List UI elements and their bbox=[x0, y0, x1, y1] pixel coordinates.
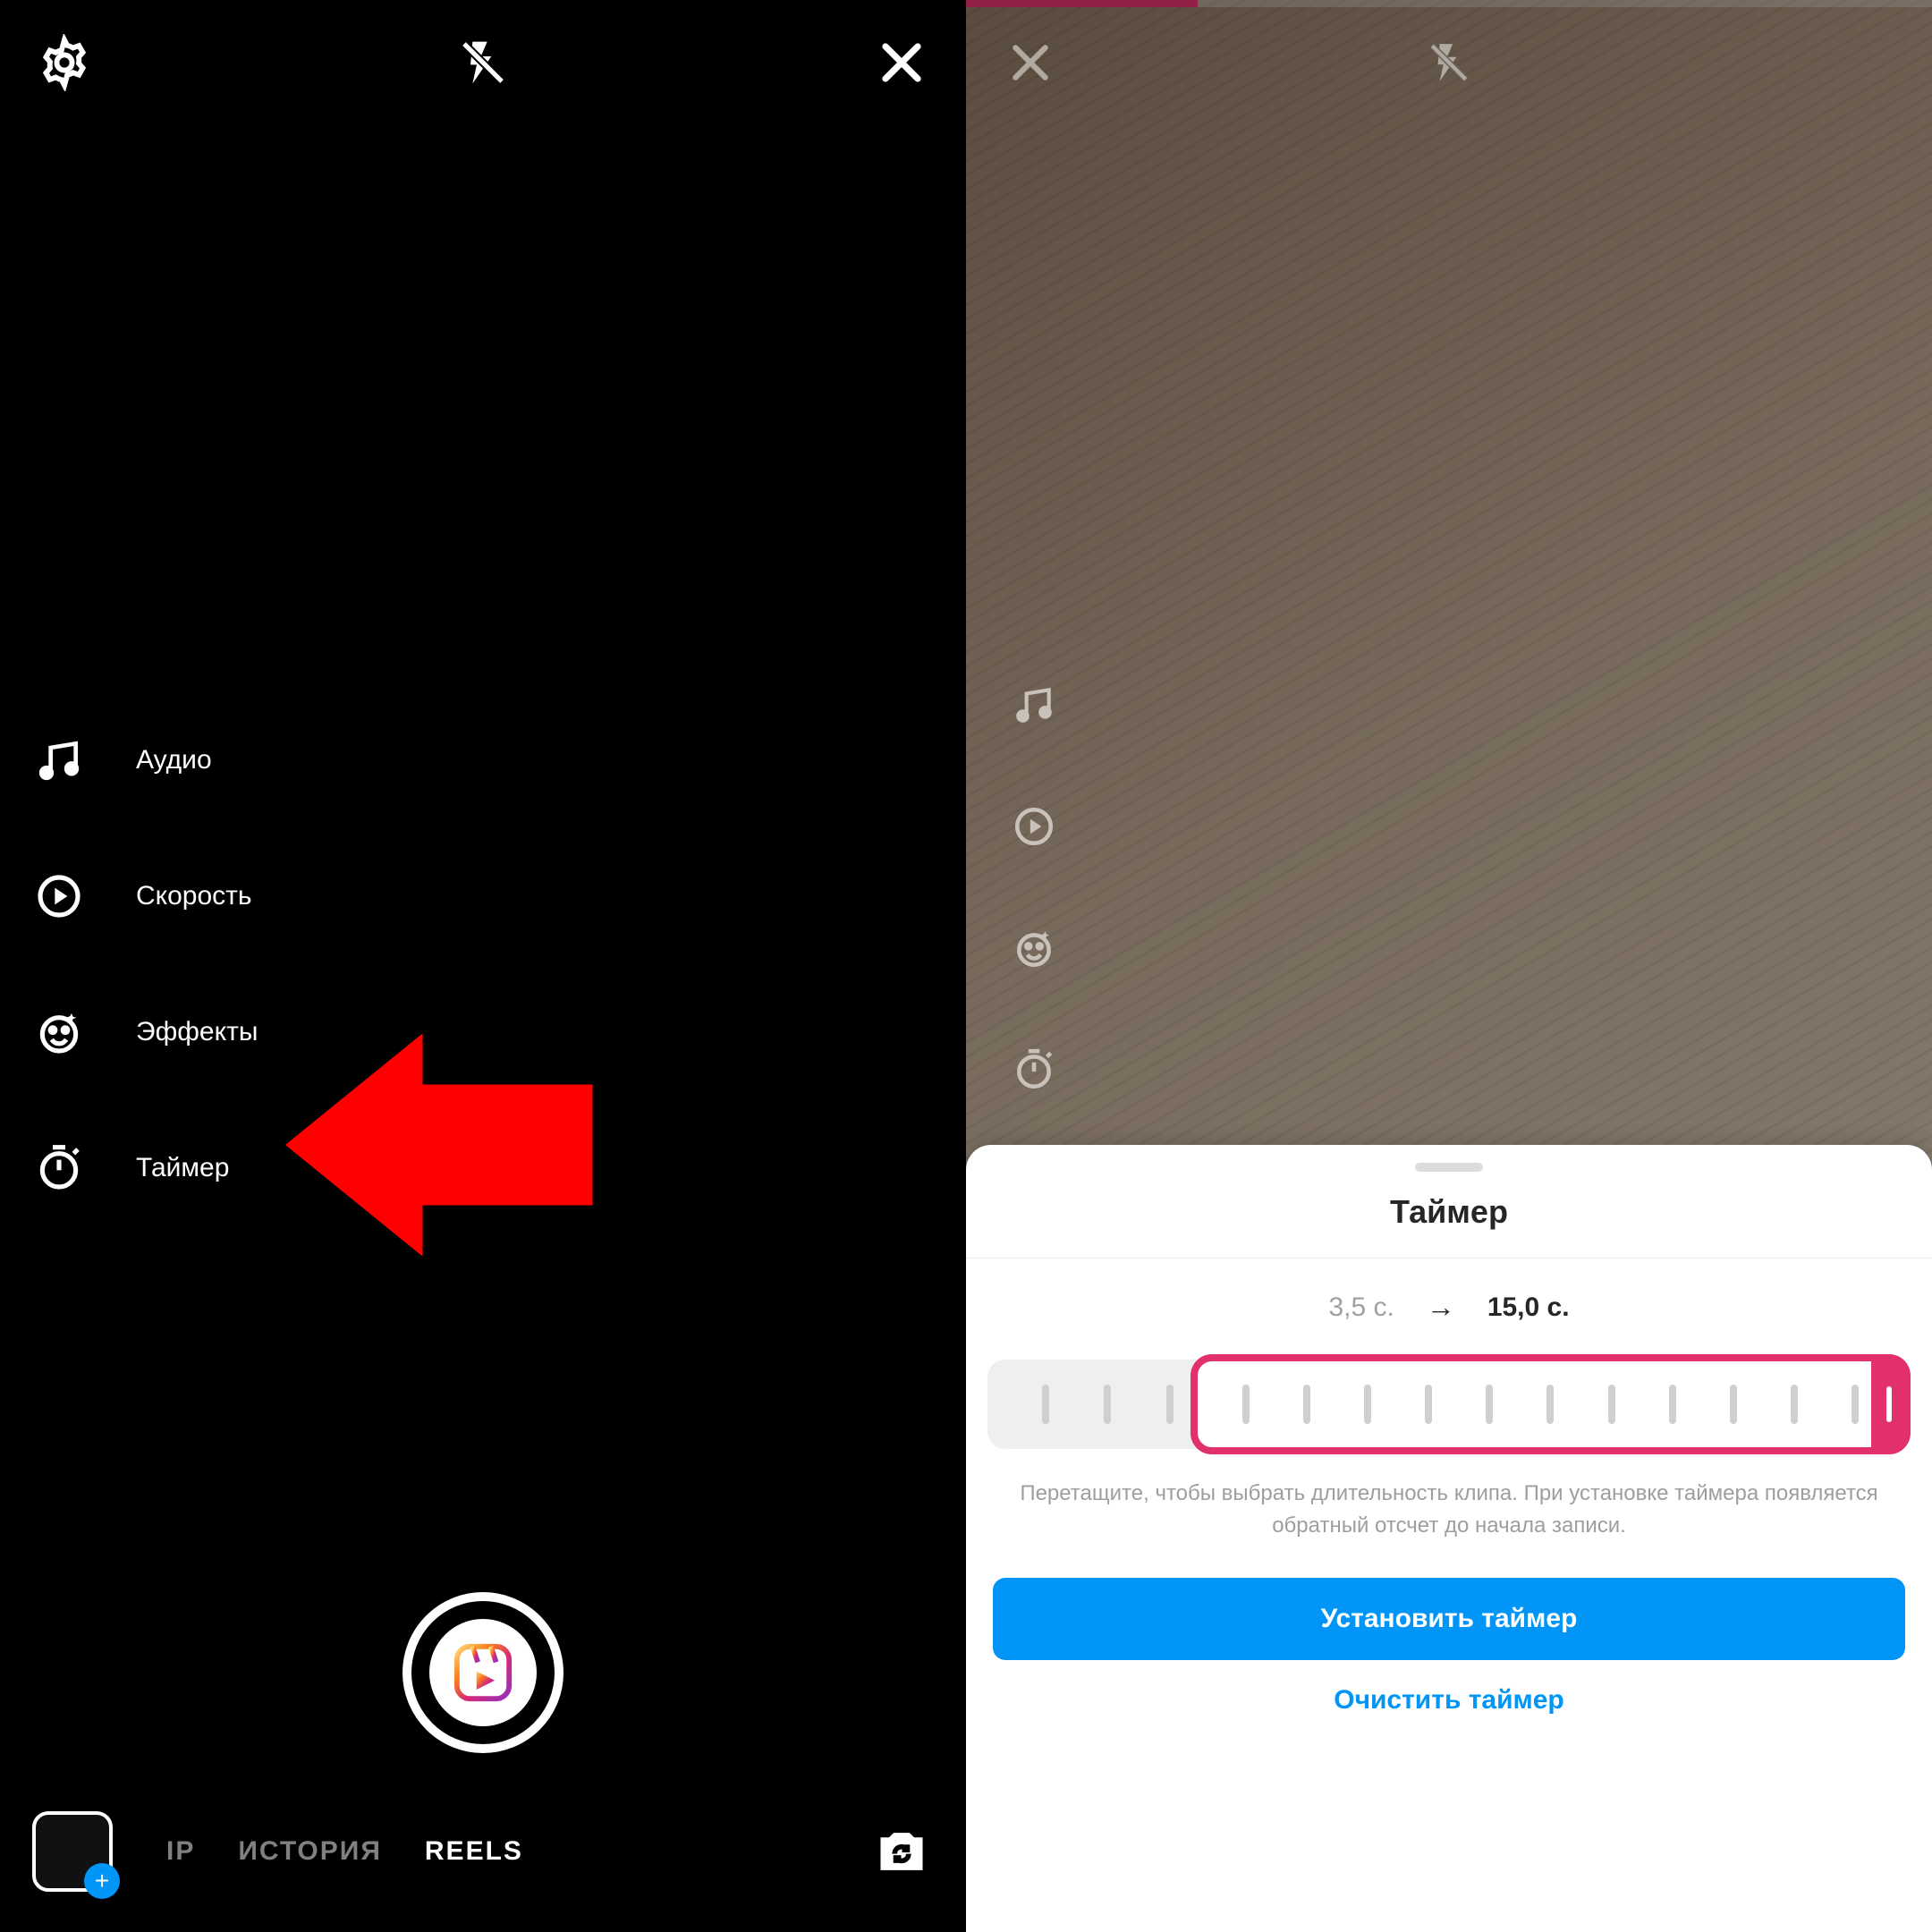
time-range-display: 3,5 с. → 15,0 с. bbox=[966, 1291, 1932, 1324]
tool-effects[interactable] bbox=[1009, 923, 1059, 973]
tool-effects-label: Эффекты bbox=[136, 1017, 258, 1047]
top-bar bbox=[0, 0, 966, 125]
speed-icon bbox=[1012, 804, 1056, 849]
annotation-arrow bbox=[282, 1002, 604, 1288]
time-to: 15,0 с. bbox=[1487, 1292, 1570, 1323]
timer-icon bbox=[34, 1143, 84, 1193]
gear-icon bbox=[36, 34, 93, 91]
tool-effects[interactable]: Эффекты bbox=[32, 1005, 258, 1059]
side-tools: Аудио Скорость Эффекты bbox=[32, 733, 258, 1195]
music-icon bbox=[34, 735, 84, 785]
timer-icon bbox=[1012, 1047, 1056, 1092]
music-icon bbox=[1012, 682, 1056, 727]
flash-button[interactable] bbox=[1417, 30, 1481, 95]
reels-camera-screen: Аудио Скорость Эффекты bbox=[0, 0, 966, 1932]
sheet-help-text: Перетащите, чтобы выбрать длительность к… bbox=[1002, 1478, 1896, 1542]
plus-icon: + bbox=[84, 1863, 120, 1899]
mode-tabs: ІР ИСТОРИЯ REELS bbox=[166, 1836, 523, 1867]
timer-sheet-screen: Таймер 3,5 с. → 15,0 с. Перетащите, чтоб… bbox=[966, 0, 1932, 1932]
tool-speed-label: Скорость bbox=[136, 881, 252, 911]
tool-speed[interactable] bbox=[1009, 801, 1059, 852]
set-timer-button[interactable]: Установить таймер bbox=[993, 1578, 1905, 1660]
mode-tab-clip[interactable]: ІР bbox=[166, 1836, 195, 1867]
capture-inner bbox=[429, 1619, 537, 1726]
capture-button[interactable] bbox=[402, 1592, 564, 1753]
tool-timer-label: Таймер bbox=[136, 1153, 229, 1183]
clear-timer-button[interactable]: Очистить таймер bbox=[966, 1685, 1932, 1716]
top-bar-right bbox=[966, 0, 1932, 125]
sheet-title: Таймер bbox=[966, 1193, 1932, 1258]
flash-off-icon bbox=[458, 38, 508, 88]
time-from: 3,5 с. bbox=[1328, 1292, 1394, 1323]
flip-camera-icon bbox=[874, 1824, 929, 1879]
reels-icon bbox=[452, 1641, 514, 1704]
bottom-bar: + ІР ИСТОРИЯ REELS bbox=[0, 1771, 966, 1932]
speed-icon bbox=[34, 871, 84, 921]
tool-audio-label: Аудио bbox=[136, 745, 212, 775]
flash-button[interactable] bbox=[451, 30, 515, 95]
settings-button[interactable] bbox=[32, 30, 97, 95]
tool-timer[interactable]: Таймер bbox=[32, 1141, 258, 1195]
close-icon bbox=[877, 38, 926, 87]
close-button[interactable] bbox=[998, 30, 1063, 95]
close-button[interactable] bbox=[869, 30, 934, 95]
arrow-right-icon: → bbox=[1427, 1291, 1455, 1324]
tool-audio[interactable]: Аудио bbox=[32, 733, 258, 787]
flash-off-icon bbox=[1427, 40, 1471, 85]
tool-timer[interactable] bbox=[1009, 1045, 1059, 1095]
effects-icon bbox=[34, 1007, 84, 1057]
tool-audio[interactable] bbox=[1009, 680, 1059, 730]
mode-tab-reels[interactable]: REELS bbox=[425, 1836, 523, 1867]
duration-slider[interactable] bbox=[987, 1360, 1911, 1449]
timer-sheet: Таймер 3,5 с. → 15,0 с. Перетащите, чтоб… bbox=[966, 1145, 1932, 1932]
slider-handle[interactable] bbox=[1871, 1356, 1907, 1453]
sheet-handle[interactable] bbox=[1415, 1163, 1483, 1172]
mode-tab-story[interactable]: ИСТОРИЯ bbox=[238, 1836, 382, 1867]
flip-camera-button[interactable] bbox=[869, 1819, 934, 1884]
side-tools-right bbox=[1009, 680, 1059, 1095]
ticks-selection[interactable] bbox=[1191, 1354, 1911, 1454]
tool-speed[interactable]: Скорость bbox=[32, 869, 258, 923]
effects-icon bbox=[1012, 926, 1056, 970]
close-icon bbox=[1008, 40, 1053, 85]
gallery-button[interactable]: + bbox=[32, 1811, 113, 1892]
